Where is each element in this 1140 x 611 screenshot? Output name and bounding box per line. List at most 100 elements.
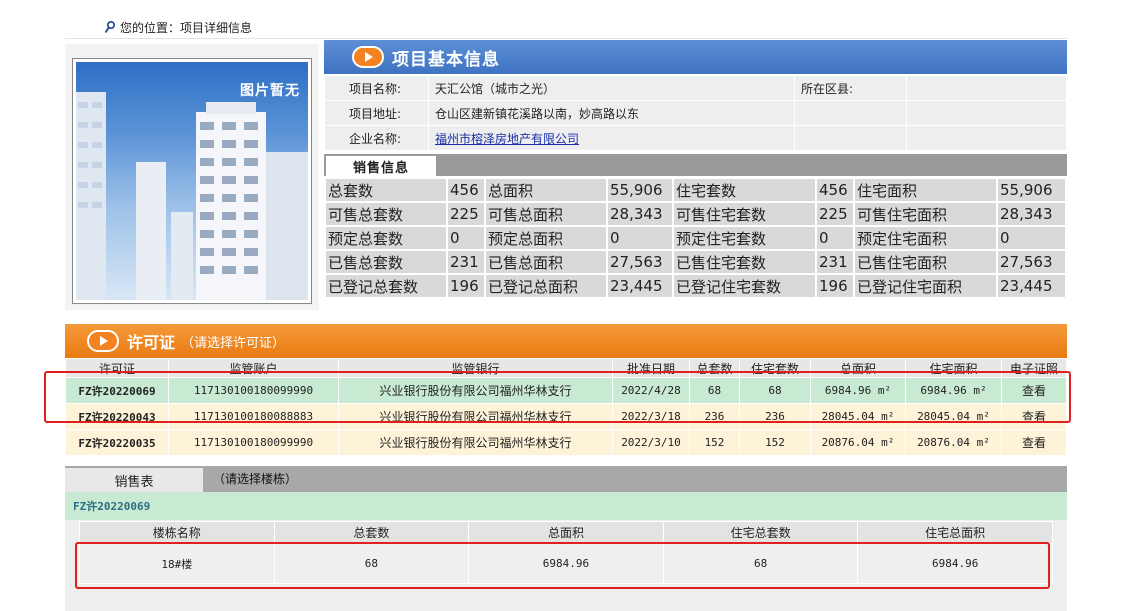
permit-row[interactable]: FZ许20220035 117130100180099990 兴业银行股份有限公司福… — [65, 429, 1067, 456]
building-res-area: 6984.96 — [857, 543, 1053, 584]
info-label — [794, 100, 907, 126]
total-units: 68 — [689, 377, 740, 404]
sales-info-row: 已售总套数 231 已售总面积 27,563 已售住宅套数 231 已售住宅面积 27,563 — [324, 249, 1067, 275]
total-area: 6984.96 m² — [810, 377, 906, 404]
sales-label: 已登记总面积 — [484, 273, 608, 299]
sales-label: 已售住宅套数 — [672, 249, 817, 275]
info-label: 所在区县: — [794, 75, 907, 101]
divider — [65, 38, 1067, 39]
sales-sheet-hint: （请选择楼栋） — [213, 472, 298, 486]
info-value — [906, 100, 1067, 126]
approval-date: 2022/4/28 — [612, 377, 690, 404]
building-name[interactable]: 18#楼 — [79, 543, 275, 584]
permit-id[interactable]: FZ许20220043 — [65, 403, 169, 430]
residential-area: 28045.04 m² — [905, 403, 1002, 430]
permit-header: 许可证 （请选择许可证） — [65, 324, 1067, 358]
tab-sales-info[interactable]: 销售信息 — [326, 156, 436, 176]
sales-label: 总面积 — [484, 177, 608, 203]
account: 117130100180099990 — [168, 429, 339, 456]
info-label: 企业名称: — [324, 125, 429, 151]
total-units: 152 — [689, 429, 740, 456]
sales-value: 28,343 — [606, 201, 674, 227]
permit-id[interactable]: FZ许20220035 — [65, 429, 169, 456]
bank: 兴业银行股份有限公司福州华林支行 — [338, 429, 613, 456]
col-header: 楼栋名称 — [79, 521, 275, 544]
sales-label: 预定总套数 — [324, 225, 448, 251]
info-label — [794, 125, 907, 151]
permit-id[interactable]: FZ许20220069 — [65, 377, 169, 404]
sales-label: 住宅套数 — [672, 177, 817, 203]
view-link[interactable]: 查看 — [1001, 403, 1067, 430]
residential-units: 68 — [739, 377, 811, 404]
tab-sales-sheet[interactable]: 销售表 — [65, 468, 203, 492]
bank: 兴业银行股份有限公司福州华林支行 — [338, 377, 613, 404]
view-link[interactable]: 查看 — [1001, 377, 1067, 404]
sales-value: 456 — [815, 177, 855, 203]
company-link[interactable]: 福州市榕泽房地产有限公司 — [435, 132, 579, 146]
sales-value: 231 — [815, 249, 855, 275]
approval-date: 2022/3/18 — [612, 403, 690, 430]
residential-units: 152 — [739, 429, 811, 456]
sales-value: 231 — [446, 249, 486, 275]
pin-icon — [104, 20, 116, 33]
sales-value: 196 — [815, 273, 855, 299]
info-value — [906, 125, 1067, 151]
col-header: 总面积 — [468, 521, 664, 544]
info-row: 企业名称: 福州市榕泽房地产有限公司 — [324, 125, 1067, 151]
breadcrumb-text: 您的位置：项目详细信息 — [120, 20, 253, 35]
sales-label: 可售住宅套数 — [672, 201, 817, 227]
sales-value: 55,906 — [606, 177, 674, 203]
sales-label: 已登记住宅面积 — [853, 273, 998, 299]
sales-info-row: 已登记总套数 196 已登记总面积 23,445 已登记住宅套数 196 已登记住宅面积 23… — [324, 273, 1067, 299]
sales-value: 23,445 — [996, 273, 1067, 299]
sales-info-table: 总套数 456 总面积 55,906 住宅套数 456 住宅面积 55,906 可售总套数 225… — [324, 177, 1067, 299]
approval-date: 2022/3/10 — [612, 429, 690, 456]
residential-area: 20876.04 m² — [905, 429, 1002, 456]
sales-value: 27,563 — [606, 249, 674, 275]
basic-info-table: 项目名称: 天汇公馆（城市之光） 所在区县: 项目地址: 仓山区建新镇花溪路以南… — [324, 75, 1067, 151]
col-header: 监管账户 — [168, 358, 339, 378]
col-header: 住宅面积 — [905, 358, 1002, 378]
total-area: 28045.04 m² — [810, 403, 906, 430]
col-header: 许可证 — [65, 358, 169, 378]
sales-value: 0 — [446, 225, 486, 251]
permit-row[interactable]: FZ许20220069 117130100180099990 兴业银行股份有限公司福… — [65, 377, 1067, 404]
sales-sheet-header: 销售表 （请选择楼栋） — [65, 466, 1067, 492]
info-row: 项目地址: 仓山区建新镇花溪路以南，妙高路以东 — [324, 100, 1067, 126]
sales-label: 已售住宅面积 — [853, 249, 998, 275]
info-row: 项目名称: 天汇公馆（城市之光） 所在区县: — [324, 75, 1067, 101]
sales-value: 225 — [815, 201, 855, 227]
sales-info-tabbar: 销售信息 — [324, 154, 1067, 176]
info-label: 项目名称: — [324, 75, 429, 101]
sales-info-row: 预定总套数 0 预定总面积 0 预定住宅套数 0 预定住宅面积 0 — [324, 225, 1067, 251]
sales-value: 0 — [606, 225, 674, 251]
sales-label: 可售总面积 — [484, 201, 608, 227]
building-table: 楼栋名称 总套数 总面积 住宅总套数 住宅总面积 18#楼 68 6984.96… — [79, 521, 1053, 584]
building-row[interactable]: 18#楼 68 6984.96 68 6984.96 — [79, 543, 1053, 584]
building-res-total: 68 — [662, 543, 859, 584]
building-header-row: 楼栋名称 总套数 总面积 住宅总套数 住宅总面积 — [79, 521, 1053, 544]
total-area: 20876.04 m² — [810, 429, 906, 456]
sales-value: 0 — [815, 225, 855, 251]
sales-info-row: 可售总套数 225 可售总面积 28,343 可售住宅套数 225 可售住宅面积 28,343 — [324, 201, 1067, 227]
breadcrumb: 您的位置：项目详细信息 — [104, 18, 252, 36]
view-link[interactable]: 查看 — [1001, 429, 1067, 456]
sales-value: 55,906 — [996, 177, 1067, 203]
sales-label: 住宅面积 — [853, 177, 998, 203]
col-header: 批准日期 — [612, 358, 690, 378]
permit-row[interactable]: FZ许20220043 117130100180088883 兴业银行股份有限公司福… — [65, 403, 1067, 430]
sales-label: 预定住宅套数 — [672, 225, 817, 251]
info-value: 天汇公馆（城市之光） — [428, 75, 795, 101]
info-label: 项目地址: — [324, 100, 429, 126]
sales-label: 可售总套数 — [324, 201, 448, 227]
play-icon — [87, 330, 119, 352]
col-header: 住宅套数 — [739, 358, 811, 378]
sales-info-row: 总套数 456 总面积 55,906 住宅套数 456 住宅面积 55,906 — [324, 177, 1067, 203]
sales-label: 已登记总套数 — [324, 273, 448, 299]
sales-label: 总套数 — [324, 177, 448, 203]
no-image-label: 图片暂无 — [240, 83, 300, 99]
col-header: 监管银行 — [338, 358, 613, 378]
sales-label: 已登记住宅套数 — [672, 273, 817, 299]
permit-title: 许可证 — [127, 333, 176, 352]
sales-value: 28,343 — [996, 201, 1067, 227]
